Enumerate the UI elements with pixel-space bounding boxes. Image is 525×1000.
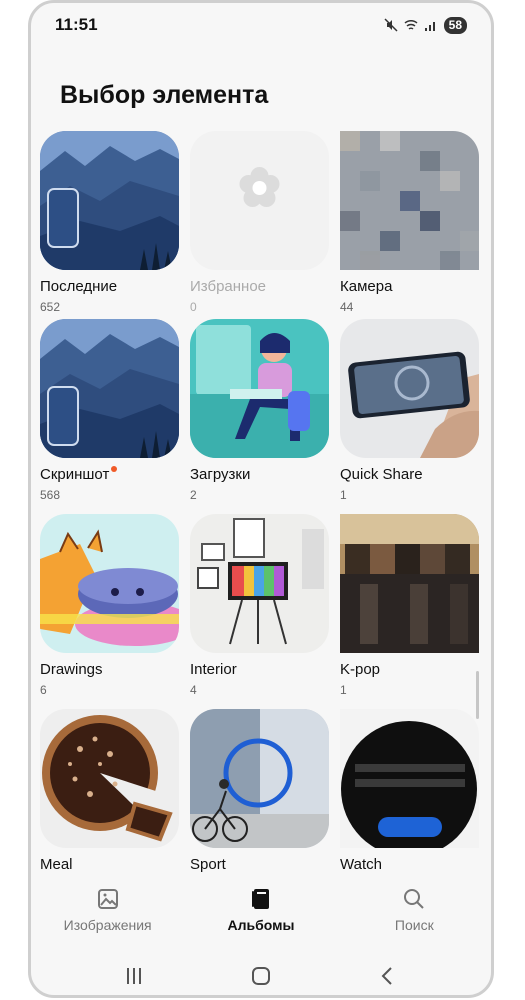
album-quick-share[interactable]: Quick Share 1 <box>340 319 479 502</box>
album-name: Drawings <box>40 661 103 678</box>
album-name: Скриншот <box>40 466 179 486</box>
album-thumbnail <box>190 319 329 458</box>
album-kpop[interactable]: K-pop 1 <box>340 514 479 697</box>
nav-search-label: Поиск <box>394 917 434 933</box>
album-thumbnail <box>190 709 329 848</box>
recent-apps-icon[interactable] <box>122 964 146 988</box>
album-count: 4 <box>190 683 197 697</box>
album-count: 1 <box>340 683 347 697</box>
albums-grid: Последние 652 Избранное 0 Камера 44 Скри… <box>31 3 491 995</box>
album-name: K-pop <box>340 661 381 678</box>
album-recent[interactable]: Последние 652 <box>40 131 179 314</box>
album-name: Камера <box>340 278 393 295</box>
album-count: 1 <box>340 488 347 502</box>
album-count: 2 <box>190 488 197 502</box>
album-thumbnail <box>40 131 179 270</box>
back-icon[interactable] <box>376 964 400 988</box>
nav-images[interactable]: Изображения <box>38 873 178 953</box>
album-thumbnail <box>40 709 179 848</box>
album-meal[interactable]: Meal <box>40 709 179 876</box>
album-name: Загрузки <box>190 466 251 483</box>
album-thumbnail <box>190 131 329 270</box>
album-favorites[interactable]: Избранное 0 <box>190 131 329 314</box>
bottom-navigation: Изображения Альбомы Поиск <box>31 873 491 953</box>
album-thumbnail <box>340 319 479 458</box>
new-indicator-dot <box>111 466 118 472</box>
album-thumbnail <box>340 131 479 270</box>
scrollbar-thumb[interactable] <box>476 671 479 719</box>
album-count: 568 <box>40 488 61 502</box>
album-icon <box>251 889 269 909</box>
album-drawings[interactable]: Drawings 6 <box>40 514 179 697</box>
search-icon <box>404 889 425 909</box>
album-name-text: Скриншот <box>40 466 110 483</box>
album-thumbnail <box>190 514 329 653</box>
album-thumbnail <box>40 319 179 458</box>
album-name: Последние <box>40 278 118 295</box>
album-count: 44 <box>340 300 354 314</box>
nav-search[interactable]: Поиск <box>344 873 484 953</box>
album-thumbnail <box>340 709 479 848</box>
album-name: Interior <box>190 661 237 678</box>
album-thumbnail <box>340 514 479 653</box>
album-name: Quick Share <box>340 466 423 483</box>
nav-images-label: Изображения <box>63 917 152 933</box>
album-interior[interactable]: Interior 4 <box>190 514 329 697</box>
album-count: 0 <box>190 300 197 314</box>
album-downloads[interactable]: Загрузки 2 <box>190 319 329 502</box>
flower-icon <box>239 167 280 207</box>
album-thumbnail <box>40 514 179 653</box>
album-count: 6 <box>40 683 47 697</box>
home-icon[interactable] <box>249 964 273 988</box>
system-navigation-bar <box>31 953 491 995</box>
nav-albums[interactable]: Альбомы <box>191 873 331 953</box>
album-camera[interactable]: Камера 44 <box>340 131 479 314</box>
album-name: Избранное <box>190 278 267 295</box>
album-watch[interactable]: Watch <box>340 709 479 876</box>
nav-albums-label: Альбомы <box>227 917 295 933</box>
phone-frame: 11:51 58 Выбор элемента Последние 652 Из… <box>28 0 494 998</box>
album-screenshots[interactable]: Скриншот 568 <box>40 319 179 502</box>
album-sport[interactable]: Sport <box>190 709 329 876</box>
image-icon <box>97 889 118 909</box>
album-count: 652 <box>40 300 61 314</box>
